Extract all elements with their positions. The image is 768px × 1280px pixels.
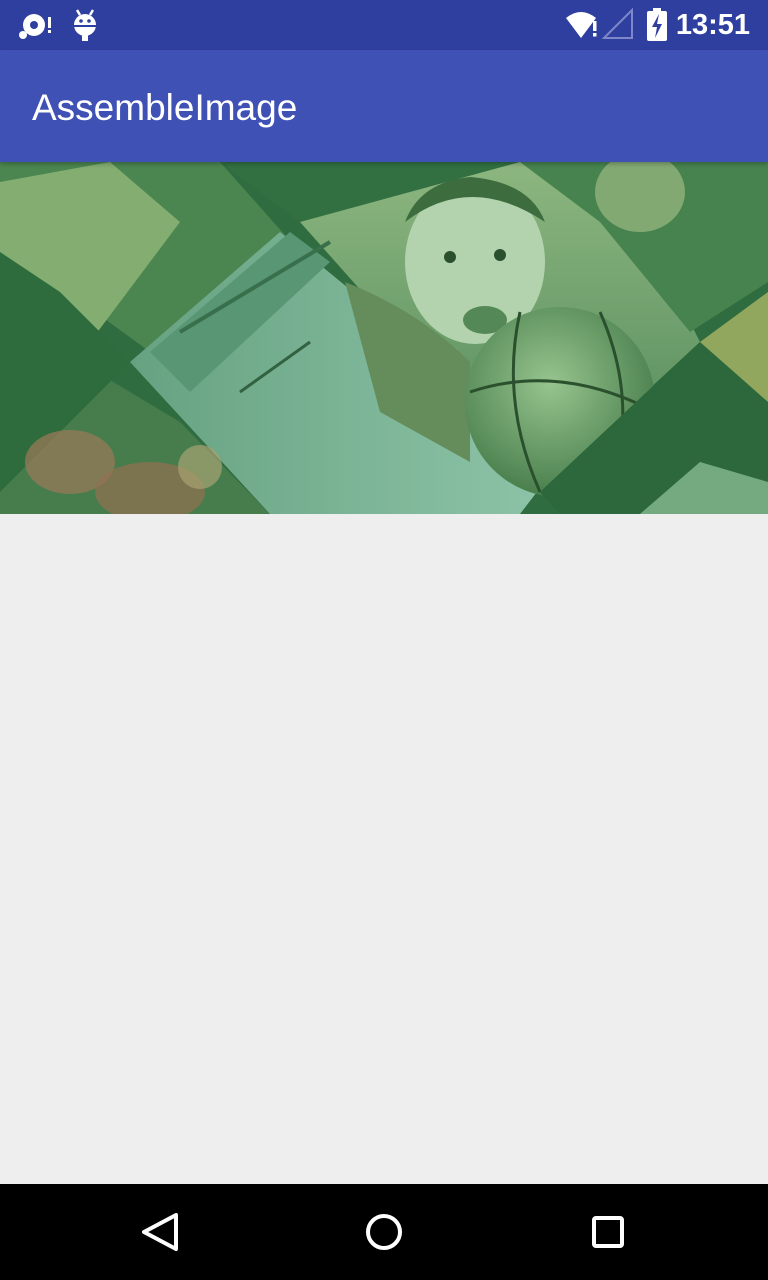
cell-signal-icon [601, 7, 634, 47]
system-navigation-bar [0, 1184, 768, 1280]
collage-image [0, 162, 768, 514]
app-toolbar: AssembleImage [0, 50, 768, 162]
wifi-alert-icon [564, 8, 600, 47]
sync-icon [18, 8, 54, 47]
back-icon[interactable] [112, 1184, 208, 1280]
home-icon[interactable] [336, 1184, 432, 1280]
battery-charging-icon [646, 8, 670, 47]
app-title: AssembleImage [32, 87, 298, 128]
android-debug-icon [70, 8, 100, 47]
status-bar: 13:51 [0, 0, 768, 50]
clock-time: 13:51 [675, 9, 750, 41]
recents-icon[interactable] [560, 1184, 656, 1280]
assembled-image-banner[interactable] [0, 162, 768, 514]
main-content [0, 162, 768, 1184]
